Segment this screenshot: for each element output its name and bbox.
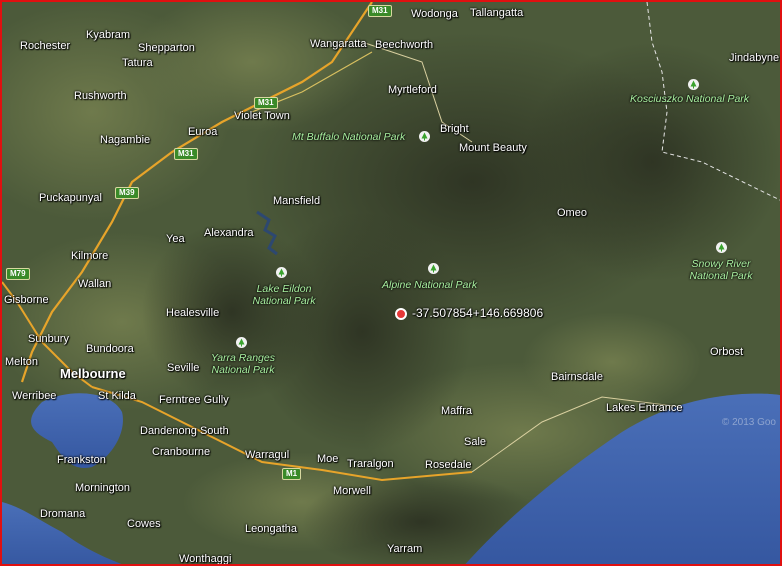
town-label[interactable]: Kyabram (86, 29, 130, 42)
park-icon (276, 267, 287, 278)
town-label[interactable]: Gisborne (4, 294, 49, 307)
town-label[interactable]: Traralgon (347, 458, 394, 471)
park-label[interactable]: Snowy River National Park (688, 258, 754, 282)
town-label[interactable]: Wodonga (411, 8, 458, 21)
town-label[interactable]: Dandenong South (140, 425, 229, 438)
city-label[interactable]: Melbourne (60, 366, 126, 381)
town-label[interactable]: Euroa (188, 126, 217, 139)
town-label[interactable]: Beechworth (375, 39, 433, 52)
town-label[interactable]: Seville (167, 362, 199, 375)
town-label[interactable]: Violet Town (234, 110, 290, 123)
park-label[interactable]: Yarra Ranges National Park (206, 352, 280, 376)
town-label[interactable]: Cranbourne (152, 446, 210, 459)
town-label[interactable]: Cowes (127, 518, 161, 531)
town-label[interactable]: Rushworth (74, 90, 127, 103)
park-label[interactable]: Lake Eildon National Park (248, 283, 320, 307)
town-label[interactable]: Mornington (75, 482, 130, 495)
park-label[interactable]: Alpine National Park (382, 279, 477, 291)
marker-coordinates-label[interactable]: -37.507854+146.669806 (412, 306, 543, 320)
town-label[interactable]: Alexandra (204, 227, 254, 240)
town-label[interactable]: Rosedale (425, 459, 471, 472)
town-label[interactable]: Tatura (122, 57, 153, 70)
park-icon (428, 263, 439, 274)
town-label[interactable]: Lakes Entrance (606, 402, 682, 415)
town-label[interactable]: Mount Beauty (459, 142, 527, 155)
town-label[interactable]: Bairnsdale (551, 371, 603, 384)
town-label[interactable]: Morwell (333, 485, 371, 498)
town-label[interactable]: Sale (464, 436, 486, 449)
town-label[interactable]: Leongatha (245, 523, 297, 536)
town-label[interactable]: Warragul (245, 449, 289, 462)
town-label[interactable]: Ferntree Gully (159, 394, 229, 407)
town-label[interactable]: Wangaratta (310, 38, 366, 51)
town-label[interactable]: Wallan (78, 278, 111, 291)
town-label[interactable]: Moe (317, 453, 338, 466)
highway-shield: M31 (368, 5, 392, 17)
town-label[interactable]: Bundoora (86, 343, 134, 356)
copyright-text: © 2013 Goo (721, 417, 776, 428)
park-label[interactable]: Mt Buffalo National Park (292, 131, 405, 143)
park-label[interactable]: Kosciuszko National Park (630, 93, 749, 105)
town-label[interactable]: Myrtleford (388, 84, 437, 97)
town-label[interactable]: Sunbury (28, 333, 69, 346)
town-label[interactable]: Nagambie (100, 134, 150, 147)
highway-shield: M31 (174, 148, 198, 160)
town-label[interactable]: Werribee (12, 390, 56, 403)
town-label[interactable]: Puckapunyal (39, 192, 102, 205)
town-label[interactable]: Yarram (387, 543, 422, 556)
highway-shield: M79 (6, 268, 30, 280)
town-label[interactable]: St Kilda (98, 390, 136, 403)
town-label[interactable]: Melton (5, 356, 38, 369)
town-label[interactable]: Kilmore (71, 250, 108, 263)
town-label[interactable]: Shepparton (138, 42, 195, 55)
town-label[interactable]: Orbost (710, 346, 743, 359)
town-label[interactable]: Healesville (166, 307, 219, 320)
town-label[interactable]: Dromana (40, 508, 85, 521)
park-icon (688, 79, 699, 90)
town-label[interactable]: Wonthaggi (179, 553, 231, 564)
town-label[interactable]: Tallangatta (470, 7, 523, 20)
map-view[interactable]: Wodonga Tallangatta Rochester Kyabram Sh… (0, 0, 782, 566)
town-label[interactable]: Maffra (441, 405, 472, 418)
town-label[interactable]: Rochester (20, 40, 70, 53)
town-label[interactable]: Omeo (557, 207, 587, 220)
highway-shield: M1 (282, 468, 302, 480)
town-label[interactable]: Jindabyne (729, 52, 779, 65)
highway-shield: M39 (115, 187, 139, 199)
highway-shield: M31 (254, 97, 278, 109)
park-icon (419, 131, 430, 142)
town-label[interactable]: Mansfield (273, 195, 320, 208)
town-label[interactable]: Yea (166, 233, 185, 246)
town-label[interactable]: Frankston (57, 454, 106, 467)
town-label[interactable]: Bright (440, 123, 469, 136)
location-marker[interactable] (395, 308, 407, 320)
park-icon (716, 242, 727, 253)
park-icon (236, 337, 247, 348)
